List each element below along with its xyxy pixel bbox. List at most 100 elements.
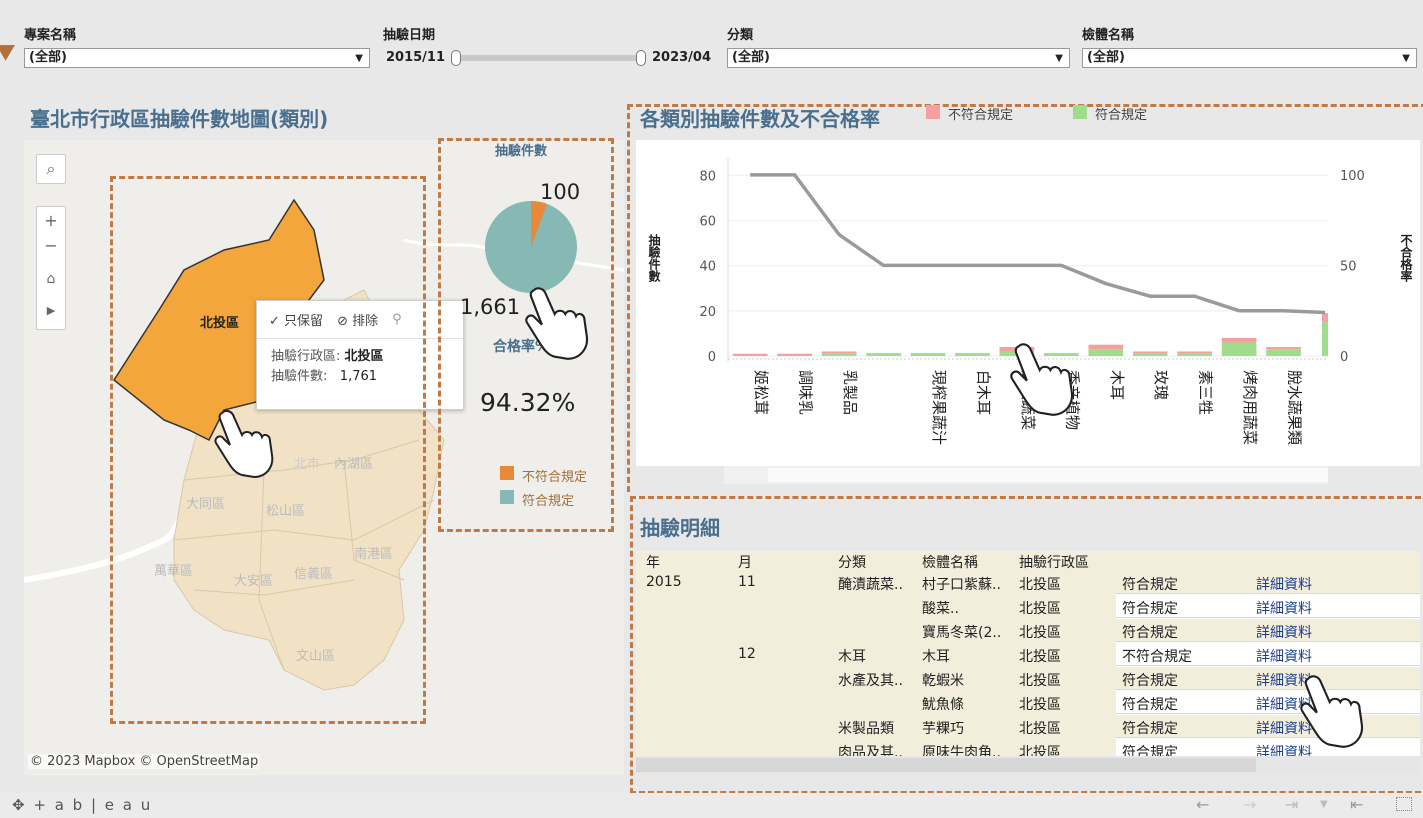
tableau-logo-text: + a b | e a u [33,796,153,814]
cell-result: 符合規定 [1122,601,1178,617]
date-slider-start-handle[interactable] [451,50,461,66]
bar-pass [1266,349,1301,356]
x-tick-label: 乳製品 [841,370,859,415]
chevron-down-icon[interactable]: ▼ [1320,799,1328,810]
cell-specimen: 原味牛肉角.. [922,745,1001,756]
play-icon[interactable]: ▶ [37,295,65,327]
tableau-cross-icon: ✥ [12,796,27,814]
cell-result: 符合規定 [1122,577,1178,593]
x-tick-label: 脫水蔬果類 [1286,370,1304,445]
detail-link[interactable]: 詳細資料 [1256,646,1312,666]
bar-fail [1266,346,1301,350]
date-slider-track[interactable] [455,55,643,61]
zoom-out-icon[interactable]: − [37,235,65,263]
cell-month: 11 [738,574,756,590]
table-hscroll-track[interactable] [636,756,1420,774]
fullscreen-icon[interactable] [1396,797,1412,811]
chevron-down-icon: ▼ [355,53,363,64]
bar-fail [1221,337,1257,343]
map-search-button[interactable]: ⌕ [36,154,66,184]
y-tick-label: 80 [699,169,716,184]
bar-fail [1088,344,1124,350]
col-header-district[interactable]: 抽驗行政區 [1019,552,1089,572]
col-header-month[interactable]: 月 [738,552,752,572]
category-filter-value: (全部) [732,50,770,65]
y2-tick-label: 50 [1340,259,1357,274]
hand-cursor-icon [525,287,589,360]
y-tick-label: 20 [699,305,716,320]
cell-result: 符合規定 [1122,697,1178,713]
cell-district: 北投區 [1019,745,1061,756]
map-attribution: © 2023 Mapbox © OpenStreetMap [28,754,261,769]
project-filter-value: (全部) [29,50,67,65]
col-header-category[interactable]: 分類 [838,552,866,572]
bar-fail [1322,313,1328,323]
table-row[interactable]: 2015 11 醃漬蔬菜.. 村子口紫蘇.. 北投區 符合規定 詳細資料 [636,571,1420,595]
y2-tick-label: 0 [1340,350,1348,365]
filter-bar [0,0,1423,90]
y2-tick-label: 100 [1340,169,1365,184]
legend-swatch-pass [500,490,514,504]
cell-category: 醃漬蔬菜.. [838,577,903,593]
rate-line [750,173,1326,315]
y-tick-label: 0 [708,350,716,365]
x-tick-label: 現榨果蔬汁 [930,370,948,445]
project-filter-select[interactable]: (全部) ▼ [24,48,370,68]
hand-cursor-icon [1300,675,1364,748]
col-header-specimen[interactable]: 檢體名稱 [922,552,978,572]
specimen-filter-select[interactable]: (全部) ▼ [1082,48,1417,68]
cell-category: 肉品及其.. [838,745,903,756]
cell-result: 符合規定 [1122,673,1178,689]
bar-pass [1177,353,1212,356]
bar-pass [1132,353,1168,356]
reset-icon[interactable]: ⇤ [1350,795,1363,814]
cell-specimen: 乾蝦米 [922,673,964,689]
cell-result: 不符合規定 [1122,649,1192,665]
y-tick-label: 40 [699,260,716,275]
x-tick-label: 白木耳 [974,370,992,415]
legend-swatch-fail [500,466,514,480]
table-row[interactable]: 酸菜.. 北投區 符合規定 詳細資料 [636,595,1420,619]
bar-fail [732,353,768,356]
home-icon[interactable]: ⌂ [37,263,65,295]
undo-icon[interactable]: ← [1196,795,1209,814]
cell-district: 北投區 [1019,625,1061,641]
bar-pass [1221,342,1257,356]
table-row[interactable]: 12 木耳 木耳 北投區 不符合規定 詳細資料 [636,643,1420,667]
cell-specimen: 村子口紫蘇.. [922,577,1001,593]
bar-title: 各類別抽驗件數及不合格率 [640,107,880,131]
detail-link[interactable]: 詳細資料 [1256,598,1312,618]
hand-cursor-icon [214,409,274,479]
cell-year: 2015 [646,574,682,590]
y2-axis-label: 不合格率 [1399,234,1413,282]
tableau-logo[interactable]: ✥ + a b | e a u [12,796,152,814]
cell-result: 符合規定 [1122,745,1178,756]
legend-swatch-fail [926,105,940,119]
cell-category: 米製品類 [838,721,894,737]
bar-fail [821,351,857,354]
cell-district: 北投區 [1019,673,1061,689]
cell-result: 符合規定 [1122,721,1178,737]
map-zoom-controls: + − ⌂ ▶ [36,206,66,330]
pie-title: 抽驗件數 [495,144,548,159]
cell-month: 12 [738,646,756,662]
bar-fail [1132,351,1168,354]
detail-link[interactable]: 詳細資料 [1256,574,1312,594]
detail-link[interactable]: 詳細資料 [1256,622,1312,642]
chevron-down-icon: ▼ [1402,53,1410,64]
category-filter-select[interactable]: (全部) ▼ [727,48,1070,68]
date-slider-end-handle[interactable] [636,50,646,66]
table-row[interactable]: 寶馬冬菜(2.. 北投區 符合規定 詳細資料 [636,619,1420,643]
zoom-in-icon[interactable]: + [37,207,65,235]
table-hscroll-thumb[interactable] [636,758,1256,772]
chart-hscroll-thumb[interactable] [768,468,1328,482]
chart-hscroll-track[interactable] [724,466,1328,484]
cell-category: 木耳 [838,649,866,665]
cell-district: 北投區 [1019,697,1061,713]
bar-pass [910,353,946,356]
specimen-filter-value: (全部) [1087,50,1125,65]
revert-icon[interactable]: ⇥ [1285,795,1298,814]
legend-label-pass: 符合規定 [1095,108,1148,123]
redo-icon[interactable]: → [1243,795,1256,814]
col-header-year[interactable]: 年 [646,552,660,572]
